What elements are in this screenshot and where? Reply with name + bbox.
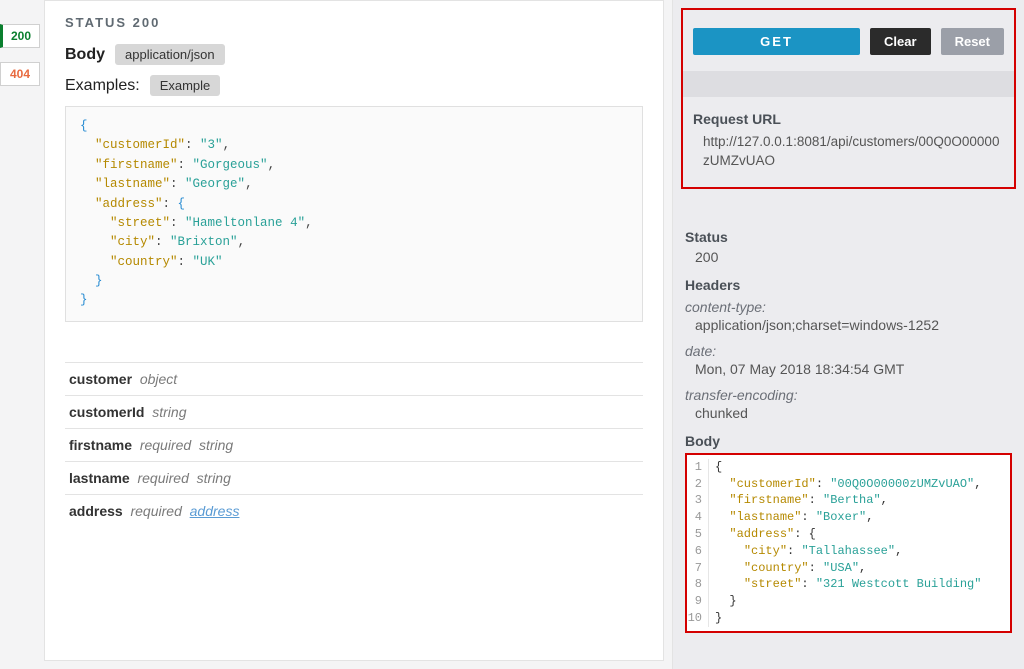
body-line: 3 "firstname": "Bertha", (687, 492, 1010, 509)
table-row: address required address (65, 494, 643, 527)
body-line: 6 "city": "Tallahassee", (687, 543, 1010, 560)
content-type-pill: application/json (115, 44, 225, 65)
table-row: customer object (65, 362, 643, 395)
status-title: STATUS 200 (65, 15, 643, 30)
status-value: 200 (685, 247, 1012, 271)
body-line: 1{ (687, 459, 1010, 476)
example-pill[interactable]: Example (150, 75, 221, 96)
response-panel: Status 200 Headers content-type:applicat… (673, 223, 1024, 669)
table-row: customerId string (65, 395, 643, 428)
table-row: lastname required string (65, 461, 643, 494)
body-line: 10} (687, 610, 1010, 627)
header-value: Mon, 07 May 2018 18:34:54 GMT (685, 359, 1012, 383)
body-line: 8 "street": "321 Westcott Building" (687, 576, 1010, 593)
clear-button[interactable]: Clear (870, 28, 931, 55)
header-key: date: (685, 339, 1012, 359)
fields-table: customer objectcustomerId stringfirstnam… (65, 362, 643, 527)
body-label: Body (685, 433, 1012, 449)
documentation-panel: STATUS 200 Body application/json Example… (44, 0, 664, 661)
headers-label: Headers (685, 277, 1012, 293)
tryit-panel: GET Clear Reset Request URL http://127.0… (672, 0, 1024, 669)
divider-bar (683, 71, 1014, 97)
table-row: firstname required string (65, 428, 643, 461)
header-key: transfer-encoding: (685, 383, 1012, 403)
request-box: GET Clear Reset Request URL http://127.0… (681, 8, 1016, 189)
request-url-label: Request URL (693, 111, 1004, 127)
response-body-box: 1{2 "customerId": "00Q0O00000zUMZvUAO",3… (685, 453, 1012, 633)
body-line: 7 "country": "USA", (687, 560, 1010, 577)
header-key: content-type: (685, 295, 1012, 315)
body-label: Body (65, 46, 105, 64)
status-tab-404[interactable]: 404 (0, 62, 40, 86)
example-json-block: { "customerId": "3", "firstname": "Gorge… (65, 106, 643, 322)
body-line: 9 } (687, 593, 1010, 610)
status-label: Status (685, 229, 1012, 245)
type-link[interactable]: address (190, 503, 240, 519)
header-value: application/json;charset=windows-1252 (685, 315, 1012, 339)
body-line: 4 "lastname": "Boxer", (687, 509, 1010, 526)
get-button[interactable]: GET (693, 28, 860, 55)
body-line: 5 "address": { (687, 526, 1010, 543)
status-tab-200[interactable]: 200 (0, 24, 40, 48)
examples-label: Examples: (65, 77, 140, 95)
body-line: 2 "customerId": "00Q0O00000zUMZvUAO", (687, 476, 1010, 493)
reset-button[interactable]: Reset (941, 28, 1004, 55)
header-value: chunked (685, 403, 1012, 427)
request-url-value: http://127.0.0.1:8081/api/customers/00Q0… (693, 131, 1004, 177)
